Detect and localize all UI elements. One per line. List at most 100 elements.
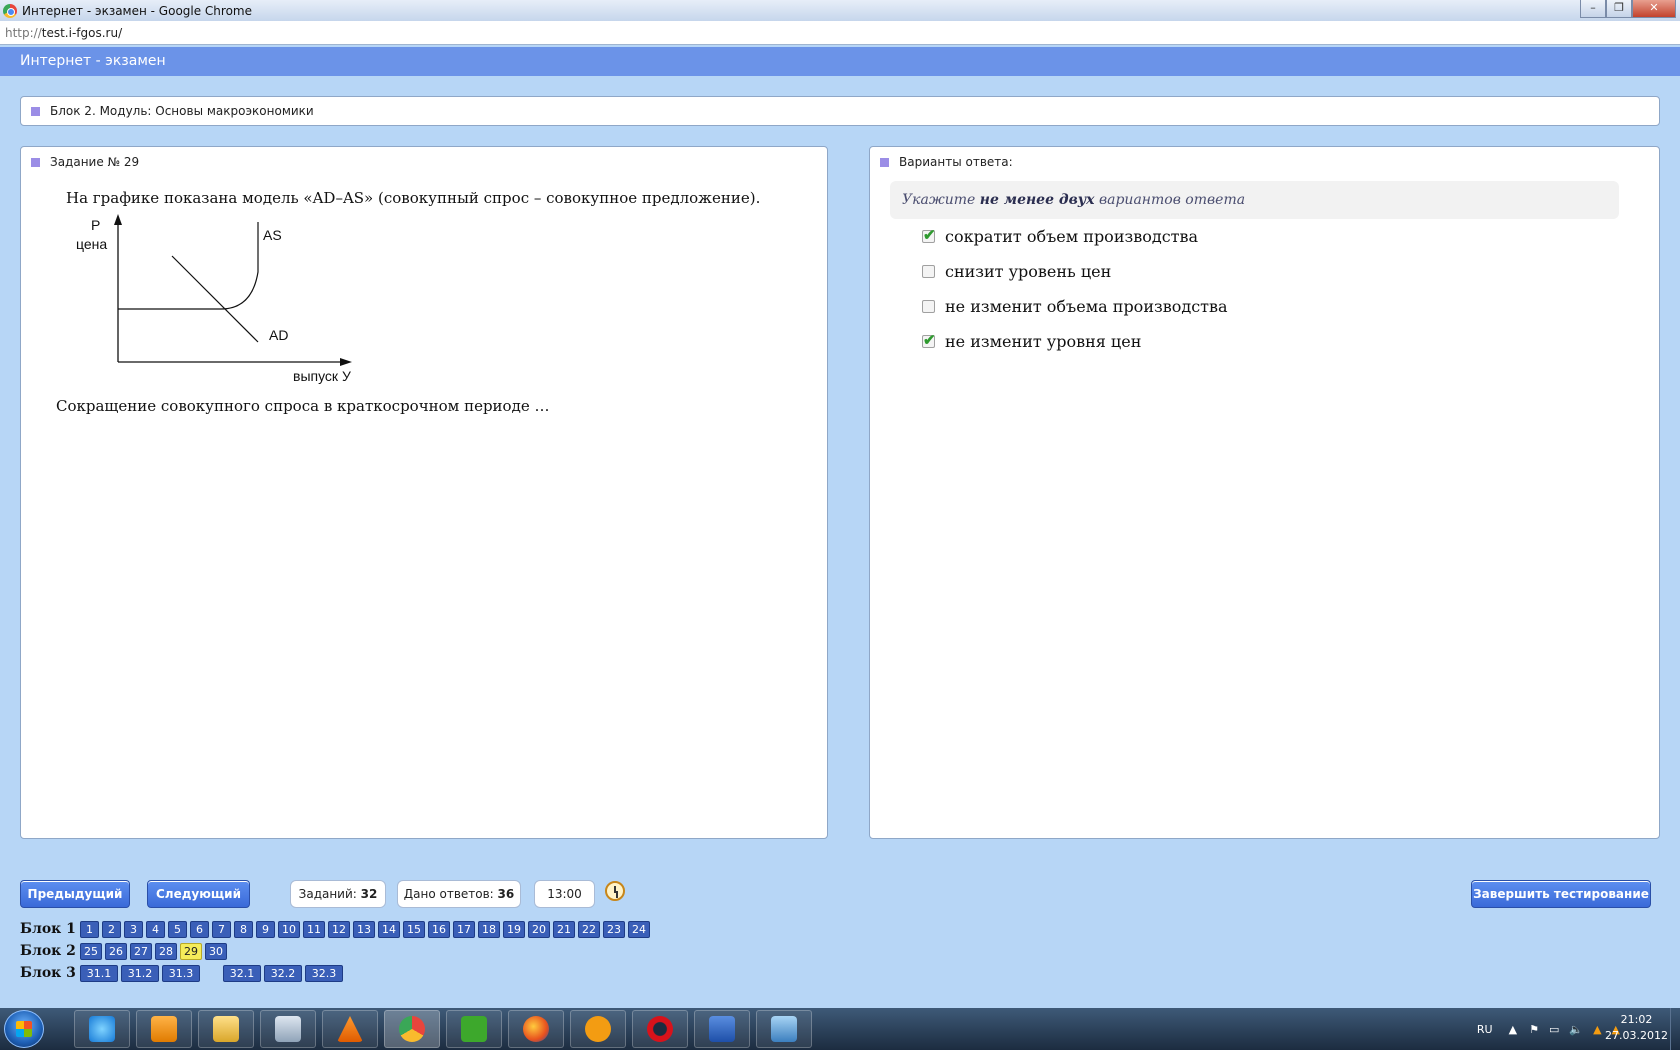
question-nav-button[interactable]: 31.3 — [162, 964, 200, 982]
as-label: AS — [263, 227, 282, 243]
close-button[interactable]: ✕ — [1632, 0, 1676, 18]
taskbar-picture-viewer-icon[interactable] — [756, 1010, 812, 1048]
question-nav-button[interactable]: 7 — [212, 920, 231, 938]
question-nav-button[interactable]: 6 — [190, 920, 209, 938]
question-nav-button[interactable]: 12 — [328, 920, 350, 938]
question-nav-button[interactable]: 32.1 — [223, 964, 261, 982]
ad-as-graph: P цена AS AD выпуск У — [76, 214, 352, 384]
taskbar-explorer-icon[interactable] — [198, 1010, 254, 1048]
taskbar-chrome-icon[interactable] — [384, 1010, 440, 1048]
answered-count: Дано ответов: 36 — [397, 880, 521, 908]
answer-option[interactable]: не изменит уровня цен — [922, 324, 1649, 359]
taskbar-opera-icon[interactable] — [632, 1010, 688, 1048]
question-nav-button[interactable]: 25 — [80, 942, 102, 960]
window-titlebar: Интернет - экзамен - Google Chrome – ❐ ✕ — [0, 0, 1680, 21]
block-title-panel: Блок 2. Модуль: Основы макроэкономики — [20, 96, 1660, 126]
question-nav-button[interactable]: 30 — [205, 942, 227, 960]
taskbar-utorrent-icon[interactable] — [446, 1010, 502, 1048]
question-nav-button[interactable]: 24 — [628, 920, 650, 938]
question-nav-button[interactable]: 31.2 — [121, 964, 159, 982]
block-1-buttons: 1 2 3 4 5 6 7 8 9 10 11 12 13 14 15 16 17 18 19 20 21 22 23 24 — [80, 920, 653, 938]
prev-button[interactable]: Предыдущий — [20, 880, 130, 908]
question-nav-button[interactable]: 20 — [528, 920, 550, 938]
question-nav-button[interactable]: 11 — [303, 920, 325, 938]
clock-date: 27.03.2012 — [1605, 1029, 1668, 1042]
taskbar-word-icon[interactable] — [694, 1010, 750, 1048]
question-nav-button[interactable]: 15 — [403, 920, 425, 938]
block-3-label: Блок 3 — [20, 965, 76, 981]
question-nav-button[interactable]: 3 — [124, 920, 143, 938]
question-nav-button[interactable]: 32.3 — [305, 964, 343, 982]
minimize-button[interactable]: – — [1580, 0, 1606, 18]
vlc-tray-icon[interactable]: ▲ — [1593, 1023, 1601, 1036]
question-nav-button[interactable]: 8 — [234, 920, 253, 938]
x-axis-arrow — [340, 358, 352, 366]
x-label: выпуск У — [293, 368, 351, 384]
taskbar-vlc-icon[interactable] — [322, 1010, 378, 1048]
question-nav-button-current[interactable]: 29 — [180, 942, 202, 960]
taskbar-media-player-icon[interactable] — [136, 1010, 192, 1048]
question-nav-button[interactable]: 2 — [102, 920, 121, 938]
taskbar-calculator-icon[interactable] — [260, 1010, 316, 1048]
question-nav-button[interactable]: 23 — [603, 920, 625, 938]
y-label-price: цена — [76, 236, 107, 252]
answer-option[interactable]: сократит объем производства — [922, 219, 1649, 254]
finish-button[interactable]: Завершить тестирование — [1471, 880, 1651, 908]
question-nav-button[interactable]: 5 — [168, 920, 187, 938]
clock-time: 21:02 — [1620, 1013, 1653, 1026]
question-nav-button[interactable]: 22 — [578, 920, 600, 938]
question-nav-button[interactable]: 16 — [428, 920, 450, 938]
language-indicator[interactable]: RU — [1477, 1023, 1493, 1036]
site-header: Интернет - экзамен — [0, 47, 1680, 76]
question-nav-button[interactable]: 18 — [478, 920, 500, 938]
volume-icon[interactable]: 🔈 — [1569, 1023, 1583, 1036]
checkbox[interactable] — [922, 300, 935, 313]
taskbar-firefox-icon[interactable] — [508, 1010, 564, 1048]
checkbox-checked[interactable] — [922, 226, 936, 244]
taskbar-mail-agent-icon[interactable] — [570, 1010, 626, 1048]
network-icon[interactable]: ▭ — [1549, 1023, 1559, 1036]
timer: 13:00 — [534, 880, 595, 908]
answer-option[interactable]: снизит уровень цен — [922, 254, 1649, 289]
question-nav-button[interactable]: 31.1 — [80, 964, 118, 982]
block-1-row: Блок 1 1 2 3 4 5 6 7 8 9 10 11 12 13 14 15 16 17 18 19 20 21… — [20, 919, 653, 939]
address-bar[interactable]: http://test.i-fgos.ru/ — [0, 21, 1680, 45]
question-nav-button[interactable]: 28 — [155, 942, 177, 960]
question-nav-button[interactable]: 9 — [256, 920, 275, 938]
square-bullet-icon — [31, 106, 40, 116]
question-nav-button[interactable]: 26 — [105, 942, 127, 960]
question-nav-button[interactable]: 21 — [553, 920, 575, 938]
block-title: Блок 2. Модуль: Основы макроэкономики — [50, 104, 314, 118]
tray-expand-icon[interactable]: ▲ — [1509, 1023, 1517, 1036]
question-nav-button[interactable]: 32.2 — [264, 964, 302, 982]
checkbox[interactable] — [922, 265, 935, 278]
block-2-buttons: 25 26 27 28 29 30 — [80, 942, 230, 960]
checkbox-checked[interactable] — [922, 331, 936, 349]
question-nav-button[interactable]: 1 — [80, 920, 99, 938]
block-2-label: Блок 2 — [20, 943, 76, 959]
block-1-label: Блок 1 — [20, 921, 76, 937]
question-nav-button[interactable]: 17 — [453, 920, 475, 938]
question-nav-button[interactable]: 4 — [146, 920, 165, 938]
block-2-row: Блок 2 25 26 27 28 29 30 — [20, 941, 230, 961]
block-3-row: Блок 3 31.1 31.2 31.3 32.1 32.2 32.3 — [20, 963, 346, 983]
question-nav-button[interactable]: 14 — [378, 920, 400, 938]
answer-option[interactable]: не изменит объема производства — [922, 289, 1649, 324]
flag-icon[interactable]: ⚑ — [1529, 1023, 1539, 1036]
alarm-clock-icon — [605, 881, 625, 901]
y-axis-arrow — [114, 214, 122, 225]
clock[interactable]: 21:02 27.03.2012 — [1605, 1012, 1668, 1044]
show-desktop-button[interactable] — [1670, 1008, 1680, 1050]
question-nav-button[interactable]: 10 — [278, 920, 300, 938]
question-nav-button[interactable]: 13 — [353, 920, 375, 938]
question-nav-button[interactable]: 27 — [130, 942, 152, 960]
taskbar-ie-icon[interactable] — [74, 1010, 130, 1048]
question-nav-button[interactable]: 19 — [503, 920, 525, 938]
start-button[interactable] — [4, 1010, 44, 1048]
chrome-icon — [3, 3, 17, 18]
next-button[interactable]: Следующий — [147, 880, 250, 908]
as-curve — [118, 222, 259, 310]
url-scheme: http:// — [5, 26, 42, 40]
restore-button[interactable]: ❐ — [1606, 0, 1632, 18]
